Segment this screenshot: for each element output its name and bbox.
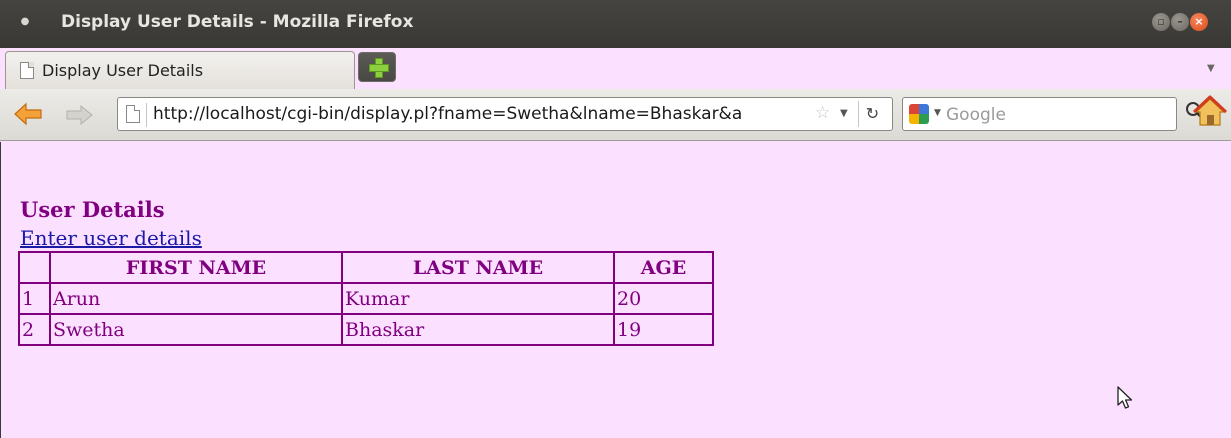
- table-cell-age: 19: [614, 314, 713, 345]
- search-input[interactable]: Google: [946, 105, 1006, 125]
- search-engine-icon[interactable]: [909, 104, 929, 124]
- minimize-button[interactable]: –: [1171, 13, 1189, 31]
- plus-icon: [369, 58, 389, 78]
- maximize-button[interactable]: ▫: [1152, 13, 1170, 31]
- table-row: 1 Arun Kumar 20: [19, 283, 713, 314]
- table-cell-last-name: Kumar: [342, 283, 614, 314]
- window-titlebar: ● Display User Details - Mozilla Firefox…: [0, 0, 1231, 48]
- star-icon[interactable]: ☆: [815, 103, 830, 123]
- forward-button[interactable]: [64, 104, 94, 126]
- reload-icon[interactable]: ↻: [858, 101, 886, 127]
- column-header-last-name: LAST NAME: [342, 252, 614, 283]
- table-cell-index: 2: [19, 314, 50, 345]
- table-cell-index: 1: [19, 283, 50, 314]
- navigation-toolbar: http://localhost/cgi-bin/display.pl?fnam…: [0, 89, 1231, 141]
- address-bar[interactable]: http://localhost/cgi-bin/display.pl?fnam…: [117, 97, 893, 131]
- column-header-index: [19, 252, 50, 283]
- close-button[interactable]: ×: [1190, 13, 1208, 31]
- search-bar[interactable]: ▼ Google: [902, 97, 1177, 131]
- search-engine-dropdown-icon[interactable]: ▼: [934, 108, 941, 118]
- tab-label: Display User Details: [42, 61, 204, 80]
- table-row: 2 Swetha Bhaskar 19: [19, 314, 713, 345]
- column-header-first-name: FIRST NAME: [50, 252, 342, 283]
- table-cell-last-name: Bhaskar: [342, 314, 614, 345]
- page-icon: [20, 62, 34, 79]
- table-cell-age: 20: [614, 283, 713, 314]
- tab-list-dropdown-icon[interactable]: ▼: [1207, 63, 1215, 74]
- site-identity-icon[interactable]: [126, 105, 140, 123]
- user-table: FIRST NAME LAST NAME AGE 1 Arun Kumar 20…: [18, 251, 714, 346]
- new-tab-button[interactable]: [358, 52, 396, 82]
- arrow-right-icon: [66, 104, 93, 126]
- arrow-left-icon: [14, 102, 42, 126]
- window-title: Display User Details - Mozilla Firefox: [61, 12, 414, 32]
- home-icon[interactable]: [1193, 95, 1227, 129]
- window-menu-icon[interactable]: ●: [17, 14, 33, 30]
- back-button[interactable]: [13, 102, 43, 126]
- enter-user-details-link[interactable]: Enter user details: [20, 226, 202, 250]
- page-content: User Details Enter user details FIRST NA…: [0, 142, 1231, 438]
- page-title: User Details: [20, 197, 165, 222]
- tab-display-user-details[interactable]: Display User Details: [5, 51, 355, 89]
- table-cell-first-name: Arun: [50, 283, 342, 314]
- table-header-row: FIRST NAME LAST NAME AGE: [19, 252, 713, 283]
- history-dropdown-icon[interactable]: ▼: [840, 108, 848, 119]
- url-input[interactable]: http://localhost/cgi-bin/display.pl?fnam…: [153, 104, 805, 124]
- column-header-age: AGE: [614, 252, 713, 283]
- table-cell-first-name: Swetha: [50, 314, 342, 345]
- mouse-cursor-icon: [1117, 386, 1133, 409]
- url-divider: [146, 103, 147, 127]
